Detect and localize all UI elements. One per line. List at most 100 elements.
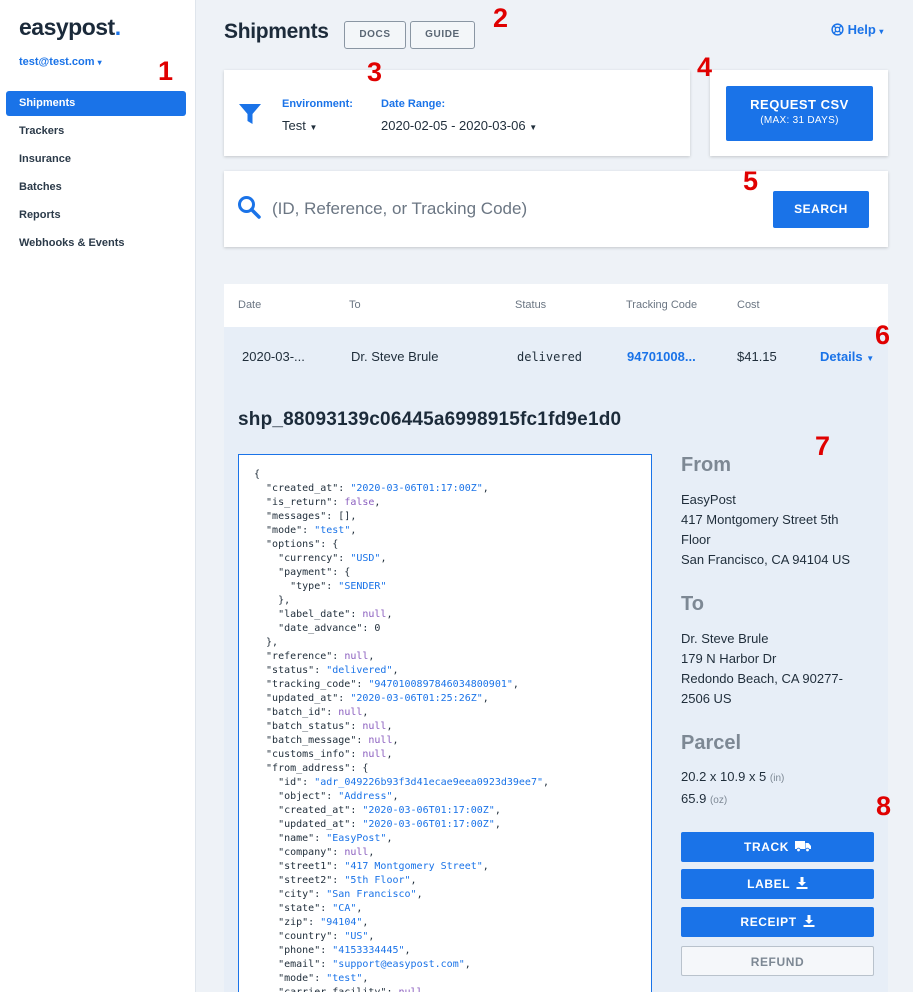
date-range-label: Date Range: [381,98,446,110]
filter-icon [239,104,261,124]
from-line: 417 Montgomery Street 5th [681,512,839,527]
guide-button[interactable]: GUIDE [410,21,475,49]
sidebar-item-trackers[interactable]: Trackers [6,119,186,144]
json-line: "tracking_code": "9470100897846034800901… [254,679,519,690]
row-cost: $41.15 [737,349,777,364]
search-button[interactable]: SEARCH [773,191,869,228]
environment-label: Environment: [282,98,353,110]
sidebar-item-shipments[interactable]: Shipments [6,91,186,116]
details-label: Details [820,349,863,364]
row-status: delivered [517,350,583,364]
json-line: "options": { [254,539,339,550]
request-csv-label: REQUEST CSV [750,97,849,112]
easypost-logo[interactable]: easypost. [19,14,121,41]
parcel-dims-value: 20.2 x 10.9 x 5 [681,769,767,784]
request-csv-sublabel: (MAX: 31 DAYS) [760,115,839,126]
request-csv-button[interactable]: REQUEST CSV (MAX: 31 DAYS) [726,86,873,141]
environment-value: Test [282,118,306,133]
json-line: "company": null, [254,847,375,858]
json-line: "date_advance": 0 [254,623,381,634]
json-line: "mode": "test", [254,525,357,536]
table-row: 2020-03-... Dr. Steve Brule delivered 94… [224,327,888,992]
json-line: "mode": "test", [254,973,369,984]
details-dropdown[interactable]: Details ▼ [820,349,874,364]
json-line: "phone": "4153334445", [254,945,411,956]
column-to: To [349,299,361,311]
from-line: Floor [681,532,711,547]
json-line: "street2": "5th Floor", [254,875,417,886]
column-status: Status [515,299,547,311]
parcel-dimensions: 20.2 x 10.9 x 5 (in) [681,767,871,789]
sidebar-item-webhooks-events[interactable]: Webhooks & Events [6,231,186,256]
docs-button[interactable]: DOCS [344,21,406,49]
csv-card: REQUEST CSV (MAX: 31 DAYS) [710,70,888,156]
json-line: "label_date": null, [254,609,393,620]
shipment-json-code: { "created_at": "2020-03-06T01:17:00Z", … [254,468,651,992]
row-tracking-code-link[interactable]: 94701008... [627,349,696,364]
json-line: "reference": null, [254,651,375,662]
caret-down-icon: ▼ [309,123,318,132]
to-line: Dr. Steve Brule [681,631,769,646]
sidebar-item-batches[interactable]: Batches [6,175,186,200]
column-date: Date [238,299,262,311]
to-section: To Dr. Steve Brule 179 N Harbor Dr Redon… [681,593,871,709]
from-section: From EasyPost 417 Montgomery Street 5th … [681,454,871,570]
annotation-marker-2: 2 [493,3,509,33]
table-header: Date To Status Tracking Code Cost [224,284,888,327]
page-title: Shipments [224,20,329,43]
caret-down-icon: ▼ [529,123,538,132]
annotation-marker-3: 3 [367,57,383,87]
json-line: "updated_at": "2020-03-06T01:25:26Z", [254,693,489,704]
json-line: "country": "US", [254,931,375,942]
download-icon [803,915,815,927]
sidebar-item-insurance[interactable]: Insurance [6,147,186,172]
filter-card: Environment: Test ▼ Date Range: 2020-02-… [224,70,690,156]
json-line: "created_at": "2020-03-06T01:17:00Z", [254,483,489,494]
parcel-weight-unit: (oz) [709,795,728,806]
to-line: 179 N Harbor Dr [681,651,777,666]
label-button[interactable]: LABEL [681,869,874,899]
json-line: "name": "EasyPost", [254,833,393,844]
search-input[interactable] [272,193,772,225]
date-range-value: 2020-02-05 - 2020-03-06 [381,118,526,133]
json-line: "payment": { [254,567,351,578]
refund-button[interactable]: REFUND [681,946,874,976]
label-label: LABEL [747,877,790,891]
json-line: "batch_status": null, [254,721,393,732]
sidebar-item-reports[interactable]: Reports [6,203,186,228]
parcel-weight: 65.9 (oz) [681,789,871,811]
annotation-marker-5: 5 [743,166,759,196]
annotation-marker-7: 7 [815,431,831,461]
parcel-heading: Parcel [681,732,742,754]
annotation-marker-6: 6 [875,320,891,350]
help-label: Help [847,22,876,37]
json-line: "customs_info": null, [254,749,393,760]
json-line: "batch_id": null, [254,707,369,718]
json-line: { [254,469,261,480]
track-label: TRACK [744,840,790,854]
caret-down-icon: ▾ [879,27,884,36]
account-dropdown[interactable]: test@test.com ▾ [19,56,102,68]
shipment-json-viewer[interactable]: { "created_at": "2020-03-06T01:17:00Z", … [238,454,652,992]
json-line: "created_at": "2020-03-06T01:17:00Z", [254,805,501,816]
json-line: "email": "support@easypost.com", [254,959,471,970]
to-heading: To [681,593,704,615]
environment-dropdown[interactable]: Test ▼ [282,118,317,133]
track-button[interactable]: TRACK [681,832,874,862]
json-line: "from_address": { [254,763,369,774]
date-range-dropdown[interactable]: 2020-02-05 - 2020-03-06 ▼ [381,118,537,133]
json-line: }, [254,637,279,648]
json-line: "currency": "USD", [254,553,387,564]
row-date: 2020-03-... [242,349,305,364]
account-email: test@test.com [19,56,95,68]
json-line: "is_return": false, [254,497,381,508]
receipt-label: RECEIPT [740,915,797,929]
json-line: "messages": [], [254,511,357,522]
json-line: "status": "delivered", [254,665,399,676]
json-line: "carrier_facility": null, [254,986,651,992]
receipt-button[interactable]: RECEIPT [681,907,874,937]
json-line: "street1": "417 Montgomery Street", [254,861,489,872]
json-line: "zip": "94104", [254,917,369,928]
json-line: "type": "SENDER" [254,581,387,592]
help-menu[interactable]: Help ▾ [831,22,883,37]
